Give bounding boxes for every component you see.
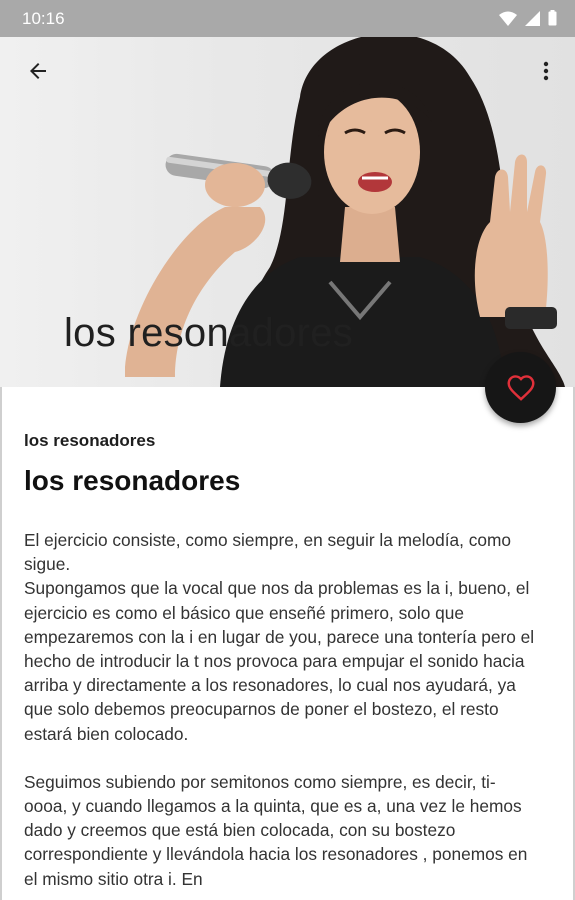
more-options-button[interactable] (522, 47, 570, 95)
status-bar: 10:16 (0, 0, 575, 37)
more-vert-icon (543, 61, 549, 81)
article-paragraph: Seguimos subiendo por semitonos como sie… (24, 771, 528, 889)
hero-image: los resonadores (0, 37, 575, 387)
battery-icon (548, 10, 557, 26)
heart-outline-icon (506, 375, 535, 401)
status-icons (499, 10, 557, 26)
article-subtitle: los resonadores (24, 431, 156, 450)
article-title: los resonadores (24, 465, 241, 496)
arrow-back-icon (30, 63, 46, 79)
article-content: los resonadores los resonadores El ejerc… (0, 387, 575, 900)
article-paragraph: El ejercicio consiste, como siempre, en … (24, 530, 535, 744)
status-time: 10:16 (22, 9, 65, 28)
favorite-button[interactable] (485, 352, 556, 423)
cellular-icon (525, 10, 540, 26)
wifi-icon (499, 11, 517, 26)
hero-title: los resonadores (64, 311, 354, 355)
back-button[interactable] (14, 47, 62, 95)
article-body: El ejercicio consiste, como siempre, en … (24, 528, 536, 900)
